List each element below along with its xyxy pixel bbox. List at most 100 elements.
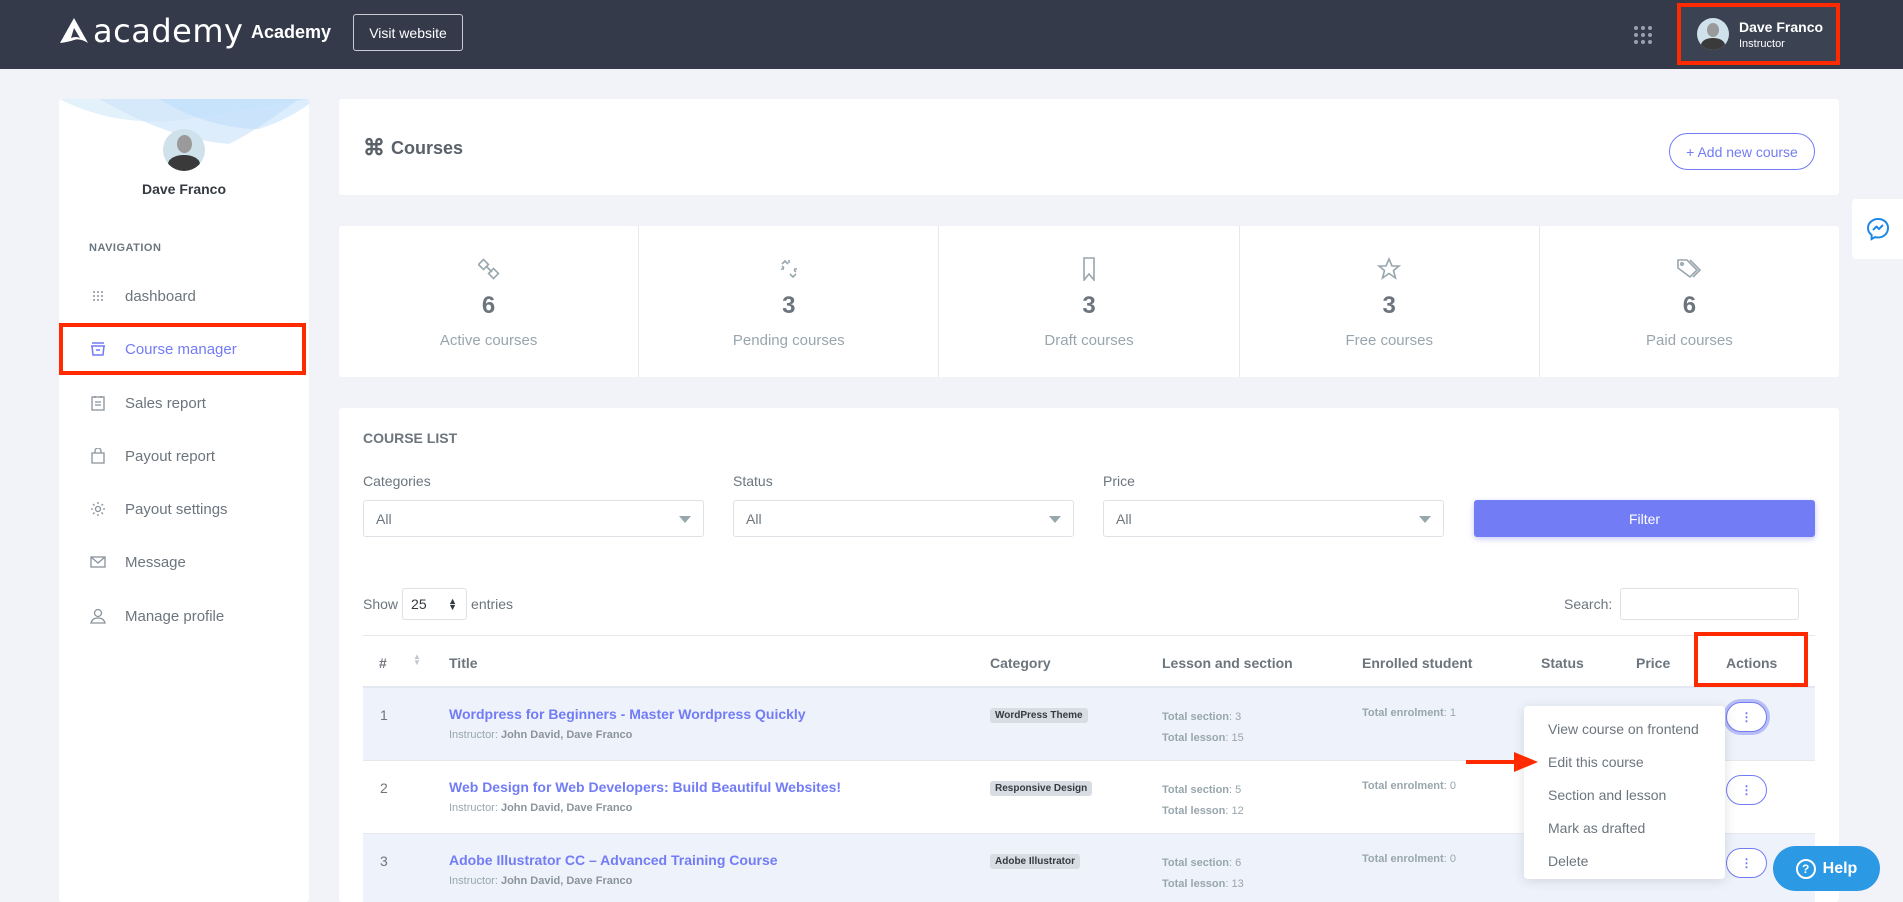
row-number: 1	[380, 707, 388, 723]
table-search: Search:	[1564, 588, 1799, 620]
show-label: Show	[363, 596, 398, 612]
stat-pending-courses[interactable]: 3 Pending courses	[639, 226, 939, 377]
stat-active-courses[interactable]: 6 Active courses	[339, 226, 639, 377]
bookmark-icon	[1082, 256, 1096, 282]
stat-value: 3	[1383, 292, 1396, 320]
app-title: Academy	[251, 22, 331, 43]
actions-menu-button[interactable]: ⋮	[1726, 702, 1767, 732]
help-button[interactable]: ? Help	[1773, 846, 1880, 891]
sidebar-avatar	[163, 129, 205, 171]
col-price[interactable]: Price	[1636, 655, 1670, 671]
col-status[interactable]: Status	[1541, 655, 1584, 671]
price-label: Price	[1103, 473, 1135, 489]
actions-header-highlight	[1694, 632, 1808, 687]
sidebar-item-payout-report[interactable]: Payout report	[59, 434, 309, 478]
course-list-title: COURSE LIST	[363, 430, 457, 446]
filter-button[interactable]: Filter	[1474, 500, 1815, 537]
lesson-section-info: Total section: 6 Total lesson: 13	[1162, 853, 1244, 895]
lesson-section-info: Total section: 5 Total lesson: 12	[1162, 780, 1244, 822]
row-number: 2	[380, 780, 388, 796]
messenger-button[interactable]	[1852, 199, 1903, 259]
messenger-icon	[1866, 217, 1890, 241]
search-input[interactable]	[1620, 588, 1799, 620]
tags-icon	[1676, 256, 1702, 282]
status-label: Status	[733, 473, 773, 489]
user-icon	[89, 607, 107, 625]
avatar	[1697, 18, 1729, 50]
status-select[interactable]: All	[733, 500, 1074, 537]
col-lesson-section[interactable]: Lesson and section	[1162, 655, 1293, 671]
col-title[interactable]: Title	[449, 655, 478, 671]
menu-item-edit-course[interactable]: Edit this course	[1524, 745, 1725, 778]
user-profile-menu[interactable]: Dave Franco Instructor	[1677, 3, 1840, 65]
bag-icon	[89, 447, 107, 465]
actions-menu-button[interactable]: ⋮	[1726, 848, 1767, 878]
sidebar-item-payout-settings[interactable]: Payout settings	[59, 487, 309, 531]
top-navbar: academy Academy Visit website Dave Franc…	[0, 0, 1903, 69]
sidebar-item-manage-profile[interactable]: Manage profile	[59, 594, 309, 638]
enrolment-info: Total enrolment: 1	[1362, 707, 1456, 719]
stat-label: Draft courses	[1044, 332, 1133, 349]
table-header: # ▲▼ Title Category Lesson and section E…	[363, 635, 1815, 688]
sidebar-item-label: Course manager	[125, 341, 237, 358]
course-instructors: Instructor: John David, Dave Franco	[449, 802, 632, 814]
categories-select[interactable]: All	[363, 500, 704, 537]
col-category[interactable]: Category	[990, 655, 1051, 671]
col-enrolled[interactable]: Enrolled student	[1362, 655, 1472, 671]
page-title-text: Courses	[391, 138, 463, 159]
course-title-link[interactable]: Wordpress for Beginners - Master Wordpre…	[449, 706, 806, 722]
sidebar-item-label: Message	[125, 554, 186, 571]
sidebar: Dave Franco NAVIGATION dashboard Course …	[59, 99, 309, 902]
sort-icon[interactable]: ▲▼	[413, 654, 421, 666]
search-label: Search:	[1564, 596, 1612, 612]
visit-website-button[interactable]: Visit website	[353, 14, 463, 51]
lesson-section-info: Total section: 3 Total lesson: 15	[1162, 707, 1244, 749]
col-number[interactable]: #	[379, 655, 387, 671]
sidebar-item-message[interactable]: Message	[59, 540, 309, 584]
sidebar-item-course-manager[interactable]: Course manager	[59, 323, 306, 375]
page-title: ⌘ Courses	[363, 135, 463, 161]
command-icon: ⌘	[363, 135, 385, 161]
sidebar-item-dashboard[interactable]: dashboard	[59, 274, 309, 318]
stat-paid-courses[interactable]: 6 Paid courses	[1540, 226, 1839, 377]
stat-value: 6	[482, 292, 495, 320]
add-new-course-button[interactable]: + Add new course	[1669, 133, 1815, 170]
user-name: Dave Franco	[1739, 19, 1823, 35]
categories-value: All	[376, 511, 392, 527]
archive-icon	[89, 340, 107, 358]
clipboard-icon	[89, 394, 107, 412]
stat-free-courses[interactable]: 3 Free courses	[1240, 226, 1540, 377]
actions-dropdown-menu: View course on frontend Edit this course…	[1524, 706, 1725, 879]
actions-menu-button[interactable]: ⋮	[1726, 775, 1767, 805]
sidebar-item-label: dashboard	[125, 288, 196, 305]
menu-item-delete[interactable]: Delete	[1524, 844, 1725, 877]
academy-logo[interactable]: academy	[58, 12, 243, 50]
enrolment-info: Total enrolment: 0	[1362, 780, 1456, 792]
annotation-arrow-icon	[1466, 752, 1538, 772]
stat-value: 3	[782, 292, 795, 320]
entries-select[interactable]: 25 ▲▼	[402, 588, 467, 620]
price-select[interactable]: All	[1103, 500, 1444, 537]
grid-icon	[89, 287, 107, 305]
sidebar-item-label: Manage profile	[125, 608, 224, 625]
course-title-link[interactable]: Web Design for Web Developers: Build Bea…	[449, 779, 841, 795]
envelope-icon	[89, 553, 107, 571]
broken-link-icon	[778, 256, 800, 282]
course-instructors: Instructor: John David, Dave Franco	[449, 875, 632, 887]
courses-header-card: ⌘ Courses + Add new course	[339, 99, 1839, 195]
entries-value: 25	[411, 596, 427, 612]
course-title-link[interactable]: Adobe Illustrator CC – Advanced Training…	[449, 852, 778, 868]
price-value: All	[1116, 511, 1132, 527]
logo-text: academy	[93, 12, 243, 50]
sidebar-item-sales-report[interactable]: Sales report	[59, 381, 309, 425]
user-role: Instructor	[1739, 38, 1823, 50]
course-instructors: Instructor: John David, Dave Franco	[449, 729, 632, 741]
menu-item-section-lesson[interactable]: Section and lesson	[1524, 778, 1725, 811]
sidebar-item-label: Payout report	[125, 448, 215, 465]
menu-item-mark-drafted[interactable]: Mark as drafted	[1524, 811, 1725, 844]
stat-draft-courses[interactable]: 3 Draft courses	[939, 226, 1239, 377]
stat-value: 3	[1082, 292, 1095, 320]
menu-item-view-frontend[interactable]: View course on frontend	[1524, 712, 1725, 745]
enrolment-info: Total enrolment: 0	[1362, 853, 1456, 865]
apps-grid-icon[interactable]	[1634, 26, 1652, 44]
